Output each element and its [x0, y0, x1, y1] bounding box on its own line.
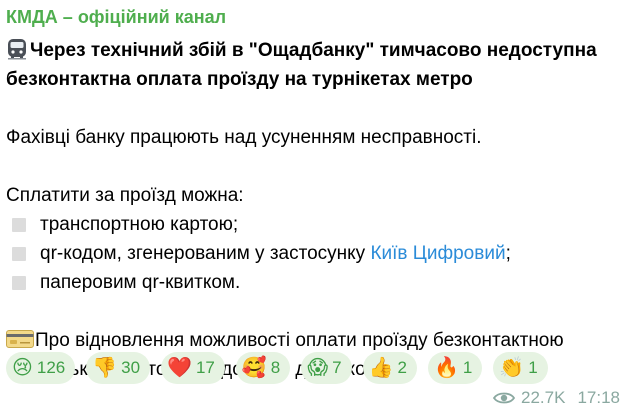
reaction-count: 2 — [397, 358, 407, 377]
reaction-thumbs-up[interactable]: 👍 2 — [362, 352, 417, 384]
reaction-smiling-hearts[interactable]: 🥰 8 — [235, 352, 291, 384]
reaction-thumbs-down[interactable]: 👎 30 — [86, 352, 151, 384]
reaction-count: 1 — [528, 358, 538, 377]
bullet-square-icon — [12, 246, 26, 261]
eye-icon — [493, 392, 516, 404]
fire-icon: 🔥 — [433, 357, 459, 379]
red-heart-icon: ❤️ — [167, 357, 192, 379]
list-item-text: qr-кодом, згенерованим у застосунку Київ… — [40, 243, 511, 264]
bullet-square-icon — [12, 217, 26, 232]
list-item: qr-кодом, згенерованим у застосунку Київ… — [6, 239, 630, 268]
list-item: транспортною картою; — [6, 210, 630, 239]
reaction-screaming[interactable]: 😱 7 — [301, 352, 352, 384]
credit-card-icon — [6, 330, 34, 348]
reaction-count: 8 — [270, 358, 281, 377]
crying-face-icon: 😢 — [12, 357, 33, 379]
clapping-hands-icon: 👏 — [499, 357, 525, 379]
post-paragraph: Фахівці банку працюють над усуненням нес… — [6, 127, 482, 148]
post-time: 17:18 — [577, 388, 620, 407]
metro-train-icon — [8, 39, 26, 60]
reaction-clapping[interactable]: 👏 1 — [493, 352, 548, 384]
thumbs-up-icon: 👍 — [368, 357, 394, 379]
pay-intro: Сплатити за проїзд можна: — [6, 185, 244, 206]
reaction-count: 1 — [462, 358, 473, 377]
reaction-count: 30 — [121, 358, 141, 377]
screaming-face-icon: 😱 — [307, 357, 329, 379]
reaction-crying[interactable]: 😢 126 — [6, 352, 76, 384]
reaction-count: 7 — [332, 358, 342, 377]
reactions-bar: 😢 126 👎 30 ❤️ 17 🥰 8 😱 7 👍 2 🔥 1 👏 1 — [6, 352, 548, 384]
list-item-text: паперовим qr-квитком. — [40, 272, 241, 293]
list-item: паперовим qr-квитком. — [6, 268, 630, 297]
reaction-count: 17 — [195, 358, 215, 377]
smiling-face-hearts-icon: 🥰 — [241, 357, 267, 379]
post-meta: 22.7K 17:18 — [493, 388, 620, 408]
reaction-fire[interactable]: 🔥 1 — [427, 352, 483, 384]
thumbs-down-icon: 👎 — [92, 357, 118, 379]
reaction-heart[interactable]: ❤️ 17 — [161, 352, 225, 384]
views-label: 22.7K — [521, 388, 566, 407]
channel-name[interactable]: КМДА – офіційний канал — [6, 6, 630, 28]
view-count: 22.7K — [493, 388, 565, 408]
list-item-text: транспортною картою; — [40, 214, 239, 235]
channel-post: КМДА – офіційний канал Через технічний з… — [0, 0, 638, 412]
headline-text: Через технічний збій в "Ощадбанку" тимча… — [6, 40, 597, 90]
bullet-square-icon — [12, 275, 26, 290]
reaction-count: 126 — [36, 358, 66, 377]
post-headline: Через технічний збій в "Ощадбанку" тимча… — [6, 36, 630, 94]
kyiv-digital-link[interactable]: Київ Цифровий — [370, 243, 505, 264]
